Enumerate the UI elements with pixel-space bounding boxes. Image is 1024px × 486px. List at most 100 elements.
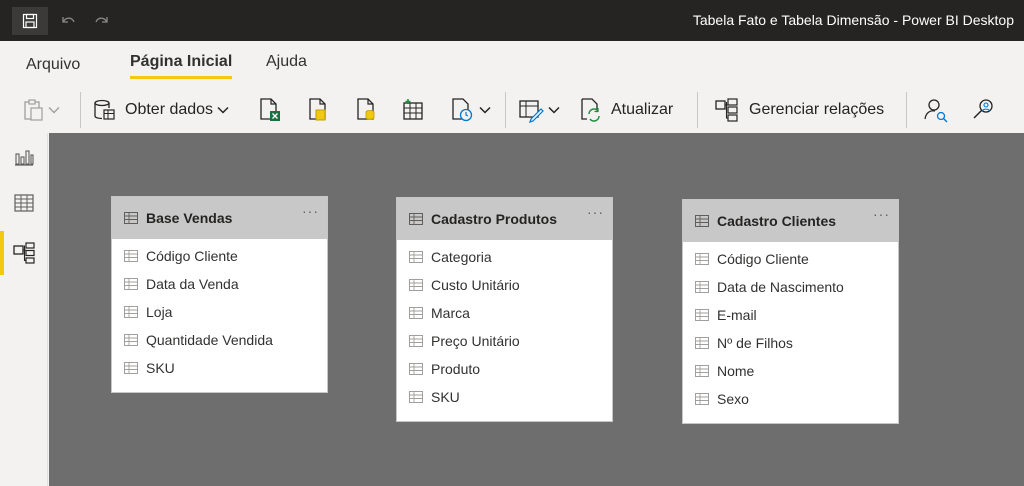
field-item[interactable]: Data da Venda	[112, 270, 327, 298]
transform-data-button[interactable]	[518, 95, 560, 125]
table-card-cadastro-produtos[interactable]: Cadastro Produtos ··· Categoria Custo Un…	[396, 197, 613, 422]
dataset-icon	[309, 98, 326, 121]
column-icon	[124, 362, 138, 374]
column-icon	[695, 337, 709, 349]
field-item[interactable]: Produto	[397, 355, 612, 383]
table-icon	[124, 212, 138, 224]
table-card-header[interactable]: Cadastro Produtos ···	[397, 198, 612, 240]
ribbon-separator	[80, 92, 81, 128]
column-icon	[695, 309, 709, 321]
model-canvas[interactable]: Base Vendas ··· Código Cliente Data da V…	[49, 133, 1024, 486]
field-item[interactable]: SKU	[397, 383, 612, 411]
field-item[interactable]: E-mail	[683, 301, 898, 329]
field-item[interactable]: Código Cliente	[683, 245, 898, 273]
column-icon	[695, 365, 709, 377]
tab-ajuda[interactable]: Ajuda	[266, 53, 307, 71]
model-view-icon	[13, 242, 35, 264]
field-item[interactable]: Custo Unitário	[397, 271, 612, 299]
chevron-down-icon	[479, 106, 491, 114]
table-card-header[interactable]: Cadastro Clientes ···	[683, 200, 898, 242]
column-icon	[695, 253, 709, 265]
data-view-icon	[14, 194, 34, 212]
field-item[interactable]: Loja	[112, 298, 327, 326]
field-item[interactable]: Nº de Filhos	[683, 329, 898, 357]
more-options-icon[interactable]: ···	[873, 206, 890, 222]
get-data-button[interactable]: Obter dados	[92, 95, 229, 125]
enter-data-icon	[403, 99, 423, 120]
column-icon	[409, 307, 423, 319]
field-item[interactable]: Marca	[397, 299, 612, 327]
column-icon	[124, 306, 138, 318]
paste-icon	[24, 99, 43, 121]
recent-sources-icon	[452, 98, 473, 122]
table-icon	[695, 215, 709, 227]
transform-data-icon	[519, 100, 544, 123]
field-item[interactable]: Nome	[683, 357, 898, 385]
refresh-icon	[581, 98, 600, 122]
column-icon	[124, 250, 138, 262]
recent-sources-button[interactable]	[449, 95, 491, 125]
column-icon	[409, 363, 423, 375]
field-item[interactable]: Preço Unitário	[397, 327, 612, 355]
tab-arquivo[interactable]: Arquivo	[26, 56, 80, 74]
view-as-button[interactable]	[971, 95, 997, 125]
column-icon	[409, 251, 423, 263]
view-switcher	[0, 133, 48, 486]
ribbon-separator	[505, 92, 506, 128]
field-list: Categoria Custo Unitário Marca Preço Uni…	[397, 240, 612, 421]
database-icon	[94, 99, 115, 120]
table-name: Cadastro Clientes	[717, 213, 837, 229]
data-view-button[interactable]	[0, 181, 48, 225]
table-card-cadastro-clientes[interactable]: Cadastro Clientes ··· Código Cliente Dat…	[682, 199, 899, 424]
refresh-label: Atualizar	[611, 101, 674, 118]
sql-server-button[interactable]	[354, 95, 378, 125]
refresh-button[interactable]: Atualizar	[578, 95, 673, 125]
manage-roles-icon	[924, 99, 948, 123]
paste-button[interactable]	[22, 95, 60, 125]
field-item[interactable]: Sexo	[683, 385, 898, 413]
redo-icon	[95, 17, 108, 23]
more-options-icon[interactable]: ···	[587, 204, 604, 220]
enter-data-button[interactable]	[401, 95, 425, 125]
tab-pagina-inicial[interactable]: Página Inicial	[130, 53, 233, 79]
model-view-button[interactable]	[0, 231, 48, 275]
chevron-down-icon	[217, 106, 229, 114]
window-title: Tabela Fato e Tabela Dimensão - Power BI…	[692, 12, 1014, 28]
manage-relationships-label: Gerenciar relações	[749, 101, 885, 118]
field-item[interactable]: SKU	[112, 354, 327, 382]
undo-icon	[62, 17, 75, 23]
ribbon-separator	[906, 92, 907, 128]
table-name: Base Vendas	[146, 210, 233, 226]
table-card-base-vendas[interactable]: Base Vendas ··· Código Cliente Data da V…	[111, 196, 328, 393]
table-name: Cadastro Produtos	[431, 211, 558, 227]
more-options-icon[interactable]: ···	[302, 203, 319, 219]
ribbon-toolbar: Obter dados Atualizar Gerenciar relações	[0, 86, 1024, 133]
view-as-icon	[973, 99, 993, 119]
excel-button[interactable]	[258, 95, 282, 125]
save-button[interactable]	[12, 7, 48, 35]
redo-button[interactable]	[88, 7, 116, 35]
field-item[interactable]: Código Cliente	[112, 242, 327, 270]
dataset-button[interactable]	[305, 95, 329, 125]
chevron-down-icon	[48, 107, 60, 114]
column-icon	[409, 279, 423, 291]
column-icon	[695, 281, 709, 293]
manage-relationships-button[interactable]: Gerenciar relações	[714, 95, 884, 125]
excel-icon	[260, 98, 280, 121]
manage-roles-button[interactable]	[923, 95, 949, 125]
field-item[interactable]: Quantidade Vendida	[112, 326, 327, 354]
table-icon	[409, 213, 423, 225]
field-item[interactable]: Categoria	[397, 243, 612, 271]
ribbon-separator	[697, 92, 698, 128]
table-card-header[interactable]: Base Vendas ···	[112, 197, 327, 239]
sql-server-icon	[357, 98, 375, 120]
title-bar: Tabela Fato e Tabela Dimensão - Power BI…	[0, 0, 1024, 41]
field-item[interactable]: Data de Nascimento	[683, 273, 898, 301]
report-view-button[interactable]	[0, 135, 48, 179]
chevron-down-icon	[548, 106, 560, 114]
column-icon	[695, 393, 709, 405]
undo-button[interactable]	[54, 7, 82, 35]
field-list: Código Cliente Data da Venda Loja Quanti…	[112, 239, 327, 392]
report-view-icon	[15, 150, 34, 166]
menu-bar: Arquivo Página Inicial Ajuda	[0, 41, 1024, 86]
